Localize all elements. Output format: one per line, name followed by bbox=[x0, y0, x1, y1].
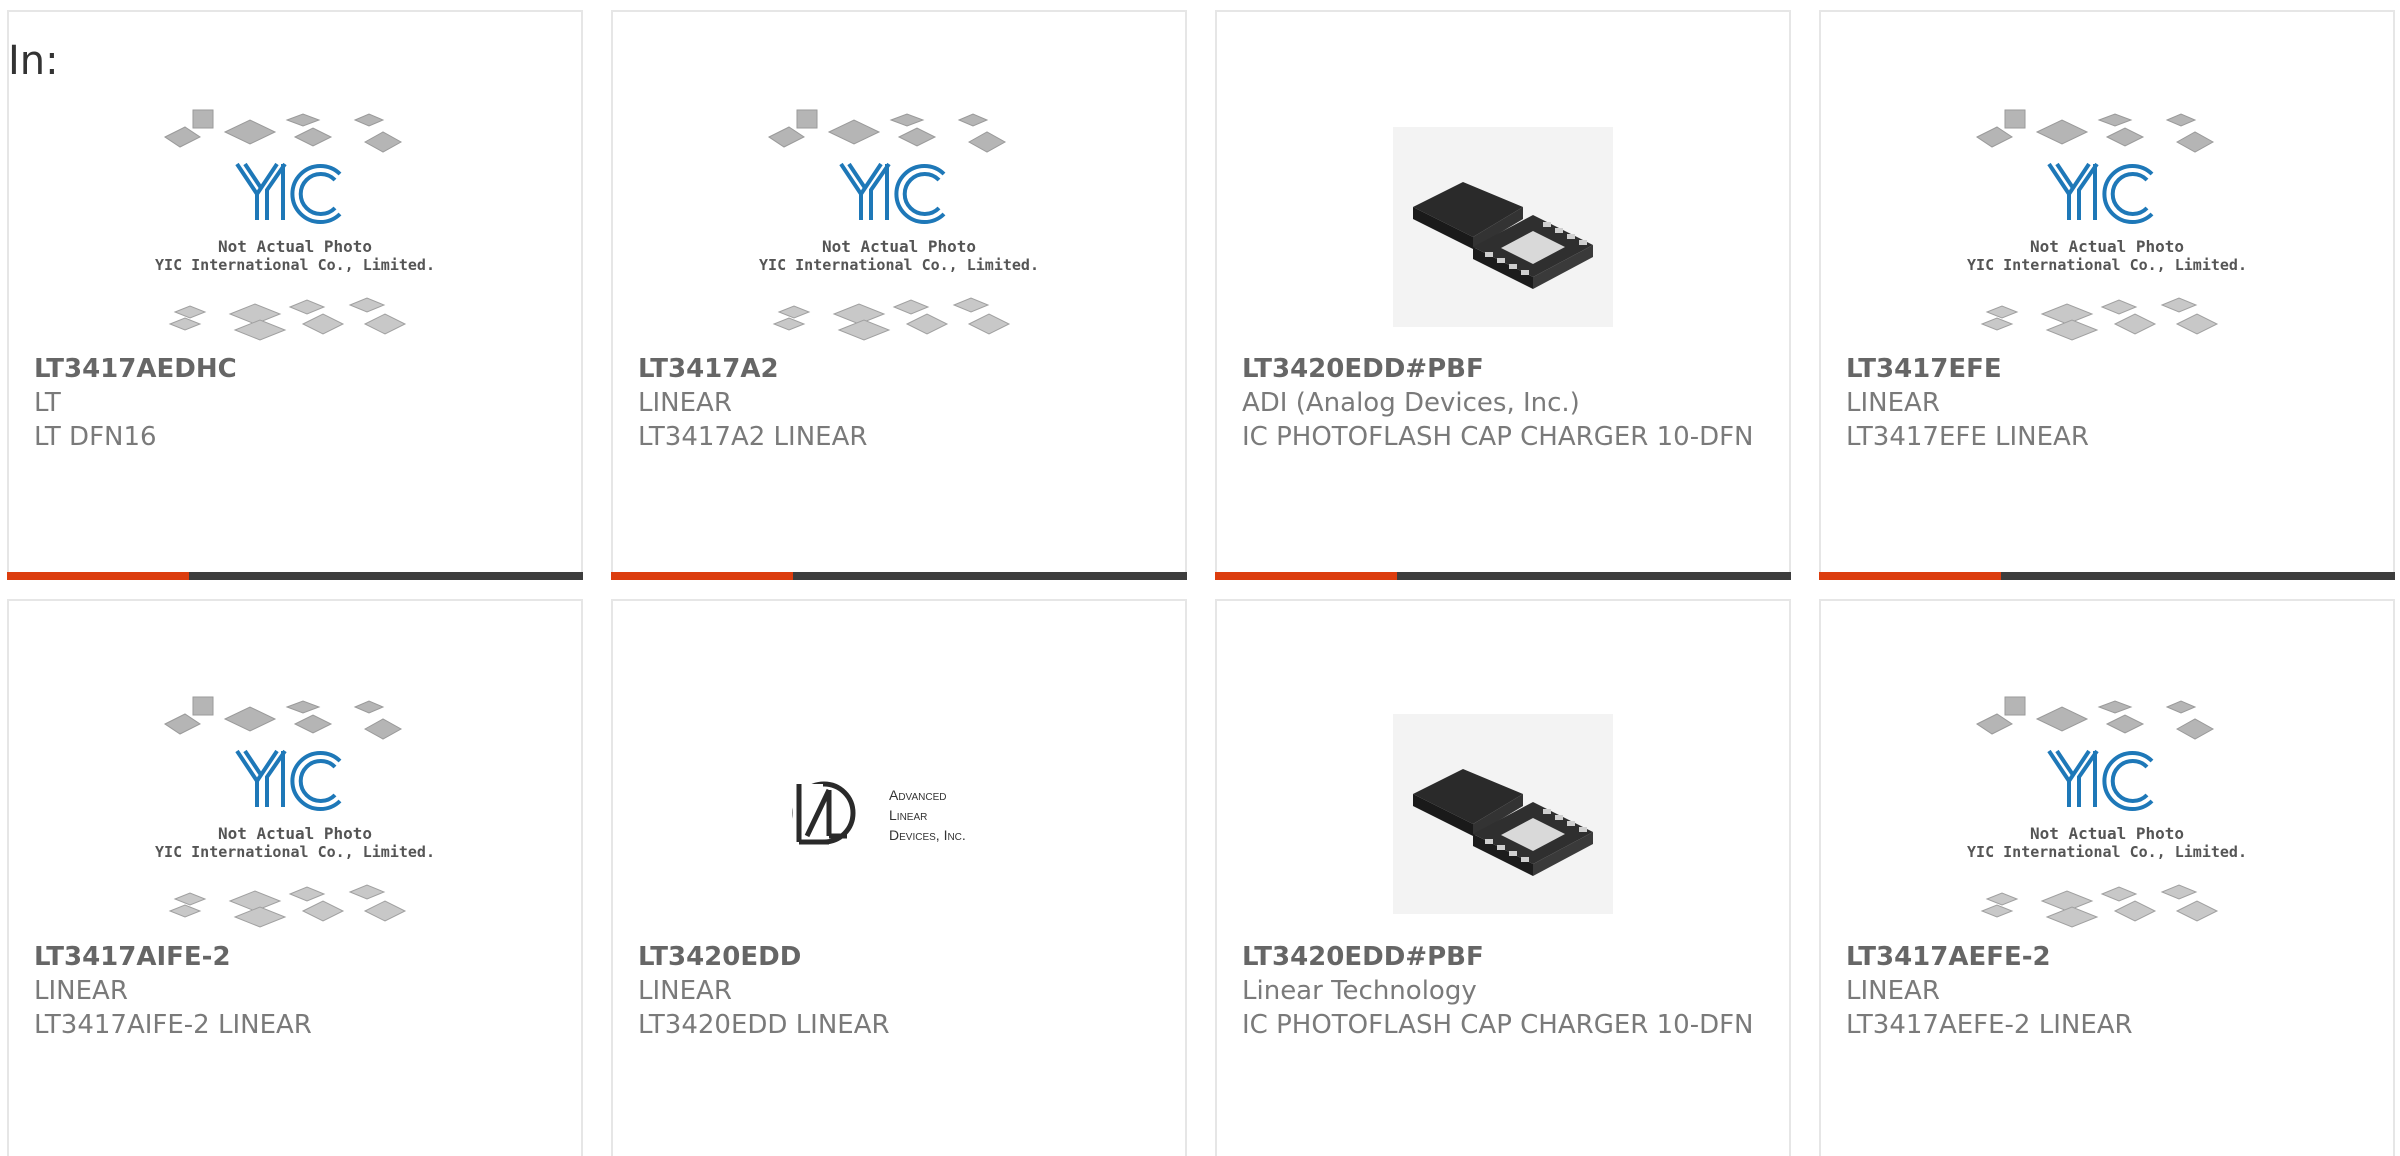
dfn-chip-image bbox=[1393, 714, 1613, 914]
card-footer-accent bbox=[1819, 572, 2001, 580]
product-info: LT3417EFE LINEAR LT3417EFE LINEAR bbox=[1846, 352, 2373, 454]
product-info: LT3420EDD#PBF Linear Technology IC PHOTO… bbox=[1242, 940, 1769, 1042]
svg-text:YIC International Co., Limited: YIC International Co., Limited. bbox=[155, 843, 435, 861]
description: LT3417AIFE-2 LINEAR bbox=[34, 1010, 312, 1040]
part-number[interactable]: LT3417EFE bbox=[1846, 352, 2373, 386]
product-info: LT3417AIFE-2 LINEAR LT3417AIFE-2 LINEAR bbox=[34, 940, 561, 1042]
product-info: LT3417A2 LINEAR LT3417A2 LINEAR bbox=[638, 352, 1165, 454]
card-footer-bar bbox=[1215, 572, 1791, 580]
svg-text:YIC International Co., Limited: YIC International Co., Limited. bbox=[759, 256, 1039, 274]
dfn-chip-image bbox=[1393, 127, 1613, 327]
card-footer-accent bbox=[7, 572, 189, 580]
product-card[interactable]: Not Actual Photo YIC International Co., … bbox=[7, 10, 583, 580]
card-footer-bar bbox=[7, 572, 583, 580]
yic-placeholder-image: Not Actual Photo YIC International Co., … bbox=[155, 696, 435, 928]
manufacturer: Linear Technology bbox=[1242, 976, 1477, 1006]
part-number[interactable]: LT3420EDD bbox=[638, 940, 1165, 974]
product-image[interactable]: Not Actual Photo YIC International Co., … bbox=[9, 679, 581, 949]
yic-placeholder-image: Not Actual Photo YIC International Co., … bbox=[155, 109, 435, 341]
product-image[interactable] bbox=[1217, 679, 1789, 949]
part-number[interactable]: LT3417AIFE-2 bbox=[34, 940, 561, 974]
part-number[interactable]: LT3417AEDHC bbox=[34, 352, 561, 386]
product-image[interactable]: Advanced Linear Devices, Inc. bbox=[613, 679, 1185, 949]
description: LT3417AEFE-2 LINEAR bbox=[1846, 1010, 2133, 1040]
product-info: LT3420EDD LINEAR LT3420EDD LINEAR bbox=[638, 940, 1165, 1042]
product-card[interactable]: LT3420EDD#PBF Linear Technology IC PHOTO… bbox=[1215, 599, 1791, 1156]
product-info: LT3420EDD#PBF ADI (Analog Devices, Inc.)… bbox=[1242, 352, 1769, 454]
product-card[interactable]: Not Actual Photo YIC International Co., … bbox=[611, 10, 1187, 580]
yic-placeholder-image: Not Actual Photo YIC International Co., … bbox=[759, 109, 1039, 341]
description: LT3417A2 LINEAR bbox=[638, 422, 868, 452]
product-card[interactable]: Not Actual Photo YIC International Co., … bbox=[1819, 10, 2395, 580]
product-card[interactable]: Not Actual Photo YIC International Co., … bbox=[1819, 599, 2395, 1156]
description: IC PHOTOFLASH CAP CHARGER 10-DFN bbox=[1242, 1010, 1754, 1040]
card-footer-accent bbox=[1215, 572, 1397, 580]
manufacturer: LINEAR bbox=[1846, 388, 1940, 418]
svg-text:Not Actual Photo: Not Actual Photo bbox=[2030, 237, 2184, 256]
part-number[interactable]: LT3417AEFE-2 bbox=[1846, 940, 2373, 974]
product-image[interactable] bbox=[1217, 92, 1789, 362]
manufacturer: LINEAR bbox=[638, 976, 732, 1006]
product-image[interactable]: Not Actual Photo YIC International Co., … bbox=[9, 92, 581, 362]
manufacturer: LT bbox=[34, 388, 61, 418]
product-image[interactable]: Not Actual Photo YIC International Co., … bbox=[1821, 92, 2393, 362]
svg-text:Devices, Inc.: Devices, Inc. bbox=[889, 827, 966, 843]
product-card[interactable]: Not Actual Photo YIC International Co., … bbox=[7, 599, 583, 1156]
yic-placeholder-image: Not Actual Photo YIC International Co., … bbox=[1967, 109, 2247, 341]
svg-text:Not Actual Photo: Not Actual Photo bbox=[218, 237, 372, 256]
product-info: LT3417AEFE-2 LINEAR LT3417AEFE-2 LINEAR bbox=[1846, 940, 2373, 1042]
part-number[interactable]: LT3420EDD#PBF bbox=[1242, 940, 1769, 974]
svg-text:YIC International Co., Limited: YIC International Co., Limited. bbox=[1967, 843, 2247, 861]
manufacturer: ADI (Analog Devices, Inc.) bbox=[1242, 388, 1580, 418]
card-footer-bar bbox=[1819, 572, 2395, 580]
manufacturer: LINEAR bbox=[638, 388, 732, 418]
ald-logo-image: Advanced Linear Devices, Inc. bbox=[792, 781, 966, 845]
card-footer-accent bbox=[611, 572, 793, 580]
in-filter-label: In: bbox=[8, 38, 59, 84]
svg-text:YIC International Co., Limited: YIC International Co., Limited. bbox=[1967, 256, 2247, 274]
product-card[interactable]: Advanced Linear Devices, Inc. LT3420EDD … bbox=[611, 599, 1187, 1156]
product-card[interactable]: LT3420EDD#PBF ADI (Analog Devices, Inc.)… bbox=[1215, 10, 1791, 580]
description: LT3420EDD LINEAR bbox=[638, 1010, 890, 1040]
yic-placeholder-image: Not Actual Photo YIC International Co., … bbox=[1967, 696, 2247, 928]
description: LT DFN16 bbox=[34, 422, 157, 452]
product-info: LT3417AEDHC LT LT DFN16 bbox=[34, 352, 561, 454]
manufacturer: LINEAR bbox=[1846, 976, 1940, 1006]
svg-text:Advanced: Advanced bbox=[889, 787, 947, 803]
manufacturer: LINEAR bbox=[34, 976, 128, 1006]
svg-text:YIC International Co., Limited: YIC International Co., Limited. bbox=[155, 256, 435, 274]
svg-text:Not Actual Photo: Not Actual Photo bbox=[218, 824, 372, 843]
product-image[interactable]: Not Actual Photo YIC International Co., … bbox=[613, 92, 1185, 362]
part-number[interactable]: LT3420EDD#PBF bbox=[1242, 352, 1769, 386]
card-footer-bar bbox=[611, 572, 1187, 580]
description: LT3417EFE LINEAR bbox=[1846, 422, 2089, 452]
product-image[interactable]: Not Actual Photo YIC International Co., … bbox=[1821, 679, 2393, 949]
svg-text:Not Actual Photo: Not Actual Photo bbox=[2030, 824, 2184, 843]
svg-text:Linear: Linear bbox=[889, 807, 927, 823]
product-grid-page: Not Actual Photo YIC International Co., … bbox=[0, 0, 2400, 1156]
description: IC PHOTOFLASH CAP CHARGER 10-DFN bbox=[1242, 422, 1754, 452]
svg-text:Not Actual Photo: Not Actual Photo bbox=[822, 237, 976, 256]
part-number[interactable]: LT3417A2 bbox=[638, 352, 1165, 386]
